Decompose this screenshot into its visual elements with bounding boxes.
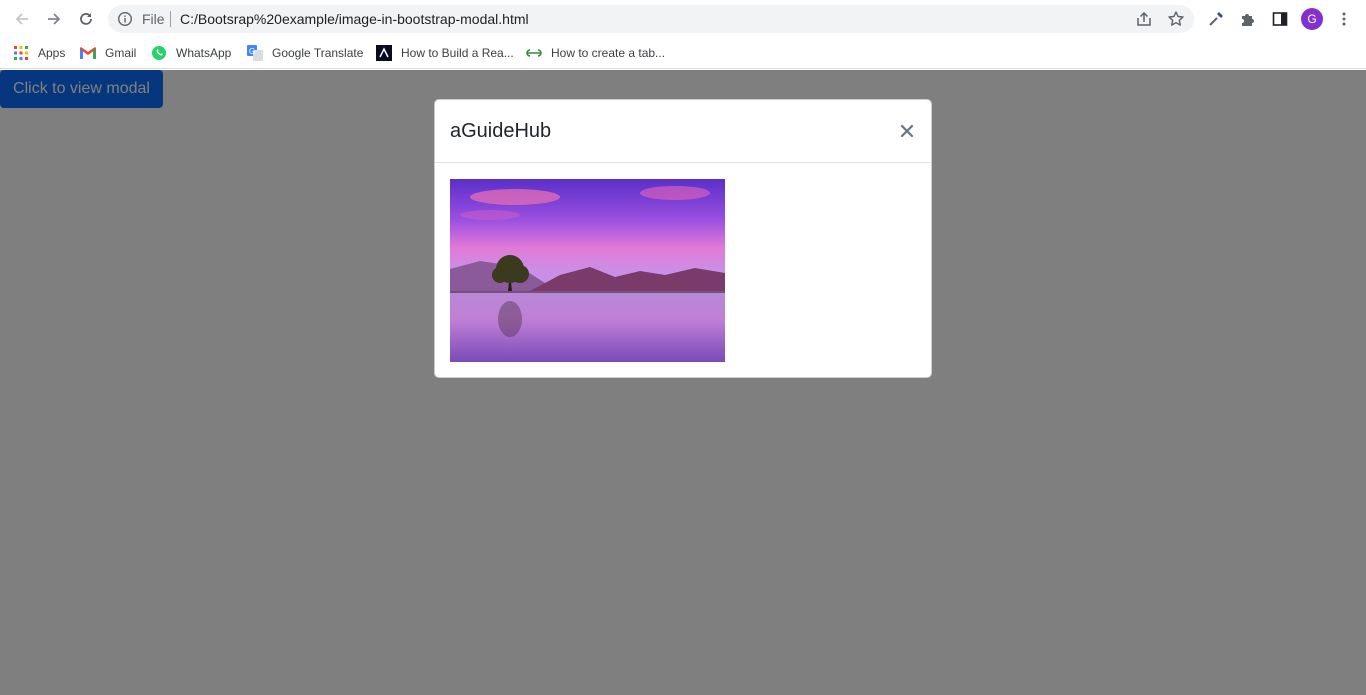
modal-image (450, 179, 725, 362)
bookmark-label: How to create a tab... (551, 46, 666, 60)
back-icon[interactable] (10, 7, 34, 31)
page-content: Click to view modal aGuideHub (0, 70, 1366, 695)
bookmark-label: WhatsApp (176, 46, 232, 60)
scheme-label: File (142, 11, 165, 27)
eyedropper-icon[interactable] (1204, 7, 1228, 31)
reload-icon[interactable] (74, 7, 98, 31)
bookmarks-bar: Apps Gmail WhatsApp G Google Translate H… (0, 38, 1366, 69)
bookmark-apps[interactable]: Apps (13, 43, 65, 63)
modal-header: aGuideHub (435, 100, 931, 163)
star-icon[interactable] (1166, 9, 1186, 29)
omnibox-divider (170, 11, 171, 27)
menu-icon[interactable] (1332, 7, 1356, 31)
site-favicon-icon (376, 45, 392, 61)
bookmark-label: How to Build a Rea... (401, 46, 514, 60)
bookmark-label: Apps (38, 46, 66, 60)
gfg-icon (526, 45, 542, 61)
bookmark-label: Google Translate (272, 46, 364, 60)
bookmark-google-translate[interactable]: G Google Translate (247, 43, 363, 63)
forward-icon[interactable] (42, 7, 66, 31)
modal-dialog: aGuideHub (434, 99, 932, 378)
side-panel-icon[interactable] (1268, 7, 1292, 31)
close-icon[interactable] (897, 121, 917, 141)
bookmark-whatsapp[interactable]: WhatsApp (151, 43, 231, 63)
modal-body (435, 163, 931, 377)
address-bar[interactable]: File C:/Bootsrap%20example/image-in-boot… (108, 5, 1194, 33)
whatsapp-icon (151, 45, 167, 61)
share-icon[interactable] (1134, 9, 1154, 29)
browser-toolbar: File C:/Bootsrap%20example/image-in-boot… (0, 0, 1366, 38)
gmail-icon (80, 45, 96, 61)
modal-title: aGuideHub (450, 120, 552, 142)
bookmark-how-to-create[interactable]: How to create a tab... (526, 43, 665, 63)
apps-grid-icon (13, 45, 29, 61)
google-translate-icon: G (247, 45, 263, 61)
bookmark-how-to-build[interactable]: How to Build a Rea... (376, 43, 514, 63)
info-icon[interactable] (117, 11, 133, 27)
svg-text:G: G (249, 47, 255, 56)
extensions-icon[interactable] (1236, 7, 1260, 31)
bookmark-gmail[interactable]: Gmail (80, 43, 136, 63)
url-text[interactable]: C:/Bootsrap%20example/image-in-bootstrap… (180, 11, 529, 27)
profile-avatar[interactable]: G (1301, 8, 1323, 30)
bookmark-label: Gmail (105, 46, 137, 60)
